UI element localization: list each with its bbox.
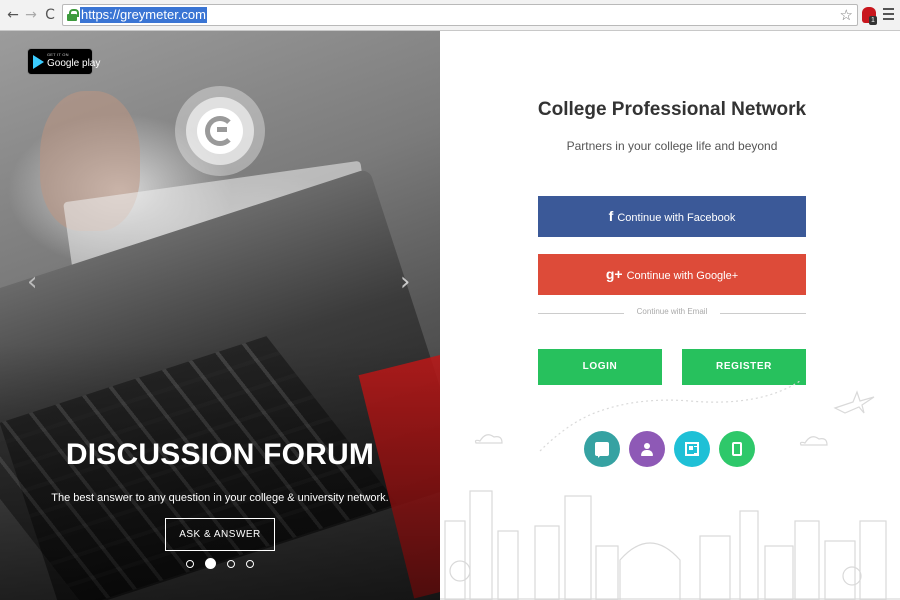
page-title: College Professional Network — [537, 99, 807, 120]
google-play-label: Google play — [47, 58, 101, 69]
extension-badge: 1 — [869, 16, 877, 25]
google-button-label: Continue with Google+ — [626, 270, 739, 282]
divider-line-left — [538, 313, 624, 314]
back-icon[interactable]: ← — [4, 6, 22, 24]
group-icon — [640, 442, 654, 456]
feature-groups[interactable] — [629, 431, 665, 467]
google-play-caption: GET IT ON — [47, 52, 69, 57]
continue-facebook-button[interactable]: f Continue with Facebook — [538, 196, 806, 237]
signin-panel: College Professional Network Partners in… — [440, 31, 900, 600]
tagline: Partners in your college life and beyond — [566, 139, 778, 153]
facebook-button-label: Continue with Facebook — [617, 212, 736, 224]
slide-title: DISCUSSION FORUM — [65, 438, 375, 471]
url-text[interactable]: https://greymeter.com — [80, 7, 207, 23]
divider-line-right — [720, 313, 806, 314]
feature-mobile[interactable] — [719, 431, 755, 467]
google-play-icon — [33, 55, 44, 69]
carousel-dot-3[interactable] — [227, 560, 235, 568]
cloud-right-icon — [799, 436, 828, 446]
bookmark-star-icon[interactable]: ☆ — [840, 6, 853, 24]
greymeter-logo-icon — [205, 116, 235, 146]
address-bar[interactable]: https://greymeter.com ☆ — [62, 4, 858, 26]
reload-icon[interactable]: C — [41, 6, 59, 24]
carousel-dot-1[interactable] — [186, 560, 194, 568]
carousel-next-icon[interactable]: › — [400, 267, 410, 297]
google-plus-icon: g+ — [605, 266, 623, 282]
carousel-prev-icon[interactable]: ‹ — [27, 267, 37, 297]
browser-toolbar: ← → C https://greymeter.com ☆ 1 — [0, 0, 900, 31]
carousel-indicators — [182, 558, 262, 570]
mobile-icon — [732, 442, 742, 456]
airplane-icon — [833, 390, 875, 414]
email-divider-label: Continue with Email — [636, 307, 708, 316]
continue-google-button[interactable]: g+ Continue with Google+ — [538, 254, 806, 295]
google-play-badge[interactable]: GET IT ON Google play — [27, 48, 100, 75]
carousel-dot-2[interactable] — [205, 558, 216, 569]
ask-answer-button[interactable]: ASK & ANSWER — [165, 518, 275, 551]
cloud-left-icon — [474, 434, 503, 444]
carousel-dot-4[interactable] — [246, 560, 254, 568]
feature-news[interactable] — [674, 431, 710, 467]
forward-icon[interactable]: → — [22, 6, 40, 24]
feature-discussion[interactable] — [584, 431, 620, 467]
city-skyline-illustration — [440, 380, 900, 600]
lock-icon — [67, 9, 79, 21]
slide-subtitle: The best answer to any question in your … — [51, 492, 389, 504]
facebook-icon: f — [608, 208, 614, 224]
chat-icon — [595, 442, 609, 458]
menu-icon[interactable] — [883, 8, 894, 20]
news-icon — [685, 442, 699, 456]
hero-carousel: GET IT ON Google play ‹ › DISCUSSION FOR… — [0, 31, 440, 600]
